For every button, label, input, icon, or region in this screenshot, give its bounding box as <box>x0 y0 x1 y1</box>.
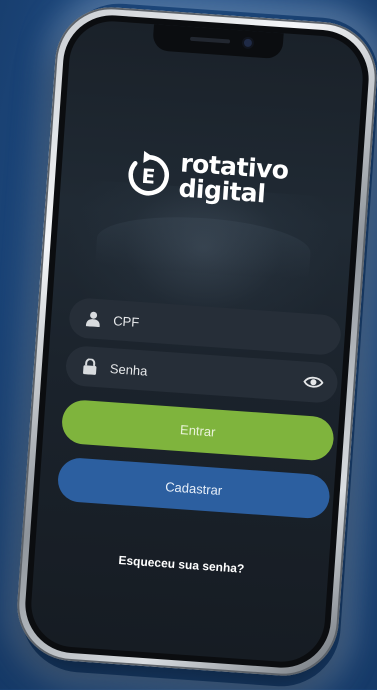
entrar-button[interactable]: Entrar <box>60 398 336 462</box>
logo-mark-letter: E <box>141 164 156 189</box>
logo-wordmark: rotativo digital <box>178 148 290 208</box>
forgot-password-link[interactable]: Esqueceu sua senha? <box>34 547 328 581</box>
cadastrar-button[interactable]: Cadastrar <box>56 456 331 520</box>
entrar-label: Entrar <box>179 421 216 439</box>
lock-icon <box>79 356 100 377</box>
eye-icon[interactable] <box>303 373 324 392</box>
app-logo: E rotativo digital <box>121 143 315 226</box>
cadastrar-label: Cadastrar <box>164 478 223 498</box>
phone-frame: E rotativo digital CPF Senha Entrar Cada… <box>13 3 377 680</box>
speaker-grille <box>189 36 231 44</box>
app-screen: E rotativo digital CPF Senha Entrar Cada… <box>28 18 366 665</box>
phone-bezel: E rotativo digital CPF Senha Entrar Cada… <box>22 12 372 671</box>
user-icon <box>83 308 104 329</box>
cpf-placeholder: CPF <box>112 312 140 330</box>
refresh-e-logo-icon: E <box>128 150 169 196</box>
senha-placeholder: Senha <box>109 360 148 379</box>
phone-notch <box>152 24 284 60</box>
front-camera <box>243 38 253 48</box>
